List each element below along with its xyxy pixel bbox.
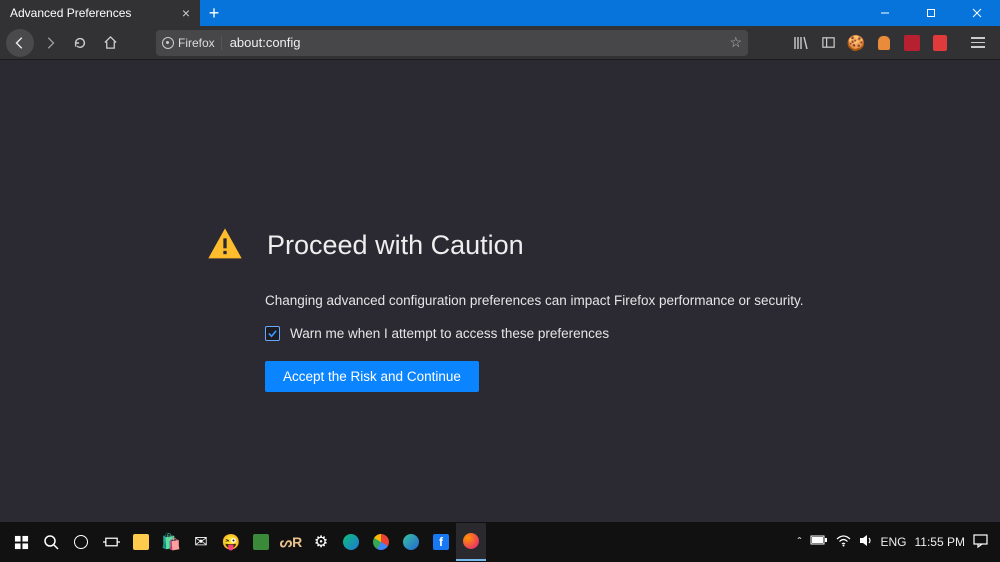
back-button[interactable]	[6, 29, 34, 57]
browser-tab[interactable]: Advanced Preferences ×	[0, 0, 200, 26]
cortana-icon[interactable]	[66, 523, 96, 561]
bookmark-star-icon[interactable]: ☆	[729, 34, 742, 51]
windows-taskbar: 🛍️ ✉ 😜 ᔕR ⚙ f ˆ ENG 11:55 PM	[0, 522, 1000, 562]
tab-title: Advanced Preferences	[10, 6, 178, 20]
menu-button[interactable]	[964, 29, 992, 57]
taskbar-app-edge[interactable]	[336, 523, 366, 561]
browser-toolbar: Firefox about:config ☆ 🍪	[0, 26, 1000, 60]
warning-icon	[205, 225, 245, 265]
warn-checkbox[interactable]	[265, 326, 280, 341]
identity-box[interactable]: Firefox	[162, 36, 222, 50]
extension-icon-4[interactable]	[930, 33, 950, 53]
reload-button[interactable]	[66, 29, 94, 57]
extension-icon-2[interactable]	[874, 33, 894, 53]
taskbar-app-settings[interactable]: ⚙	[306, 523, 336, 561]
notifications-icon[interactable]	[973, 534, 988, 551]
library-icon[interactable]	[790, 33, 810, 53]
extension-icon-1[interactable]: 🍪	[846, 33, 866, 53]
taskbar-app-6[interactable]: ᔕR	[276, 523, 306, 561]
battery-icon[interactable]	[810, 535, 828, 549]
taskbar-app-store[interactable]: 🛍️	[156, 523, 186, 561]
task-view-icon[interactable]	[96, 523, 126, 561]
url-text: about:config	[222, 35, 730, 50]
close-tab-icon[interactable]: ×	[178, 5, 194, 21]
taskbar-app-5[interactable]	[246, 523, 276, 561]
taskbar-app-4[interactable]: 😜	[216, 523, 246, 561]
clock[interactable]: 11:55 PM	[915, 535, 965, 549]
start-button[interactable]	[6, 523, 36, 561]
tray-chevron-icon[interactable]: ˆ	[798, 535, 802, 549]
page-content: Proceed with Caution Changing advanced c…	[0, 60, 1000, 522]
extension-icon-3[interactable]	[902, 33, 922, 53]
minimize-button[interactable]	[862, 0, 908, 26]
taskbar-app-mail[interactable]: ✉	[186, 523, 216, 561]
accept-risk-button[interactable]: Accept the Risk and Continue	[265, 361, 479, 392]
sidebar-icon[interactable]	[818, 33, 838, 53]
maximize-button[interactable]	[908, 0, 954, 26]
taskbar-app-facebook[interactable]: f	[426, 523, 456, 561]
warn-checkbox-label: Warn me when I attempt to access these p…	[290, 326, 609, 341]
taskbar-app-firefox[interactable]	[456, 523, 486, 561]
search-icon[interactable]	[36, 523, 66, 561]
warning-heading: Proceed with Caution	[267, 230, 524, 261]
wifi-icon[interactable]	[836, 535, 851, 550]
new-tab-button[interactable]: +	[200, 0, 228, 26]
taskbar-app-chrome[interactable]	[366, 523, 396, 561]
taskbar-app-edge2[interactable]	[396, 523, 426, 561]
firefox-icon	[162, 37, 174, 49]
toolbar-extensions: 🍪	[790, 29, 994, 57]
warning-panel: Proceed with Caution Changing advanced c…	[205, 225, 805, 392]
url-bar[interactable]: Firefox about:config ☆	[156, 30, 748, 56]
warning-body: Changing advanced configuration preferen…	[265, 293, 805, 308]
warn-checkbox-row[interactable]: Warn me when I attempt to access these p…	[265, 326, 805, 341]
taskbar-app-explorer[interactable]	[126, 523, 156, 561]
language-indicator[interactable]: ENG	[881, 535, 907, 549]
identity-label: Firefox	[178, 36, 215, 50]
home-button[interactable]	[96, 29, 124, 57]
volume-icon[interactable]	[859, 534, 873, 550]
forward-button[interactable]	[36, 29, 64, 57]
close-window-button[interactable]	[954, 0, 1000, 26]
window-titlebar: Advanced Preferences × +	[0, 0, 1000, 26]
window-controls	[862, 0, 1000, 26]
system-tray: ˆ ENG 11:55 PM	[798, 534, 995, 551]
